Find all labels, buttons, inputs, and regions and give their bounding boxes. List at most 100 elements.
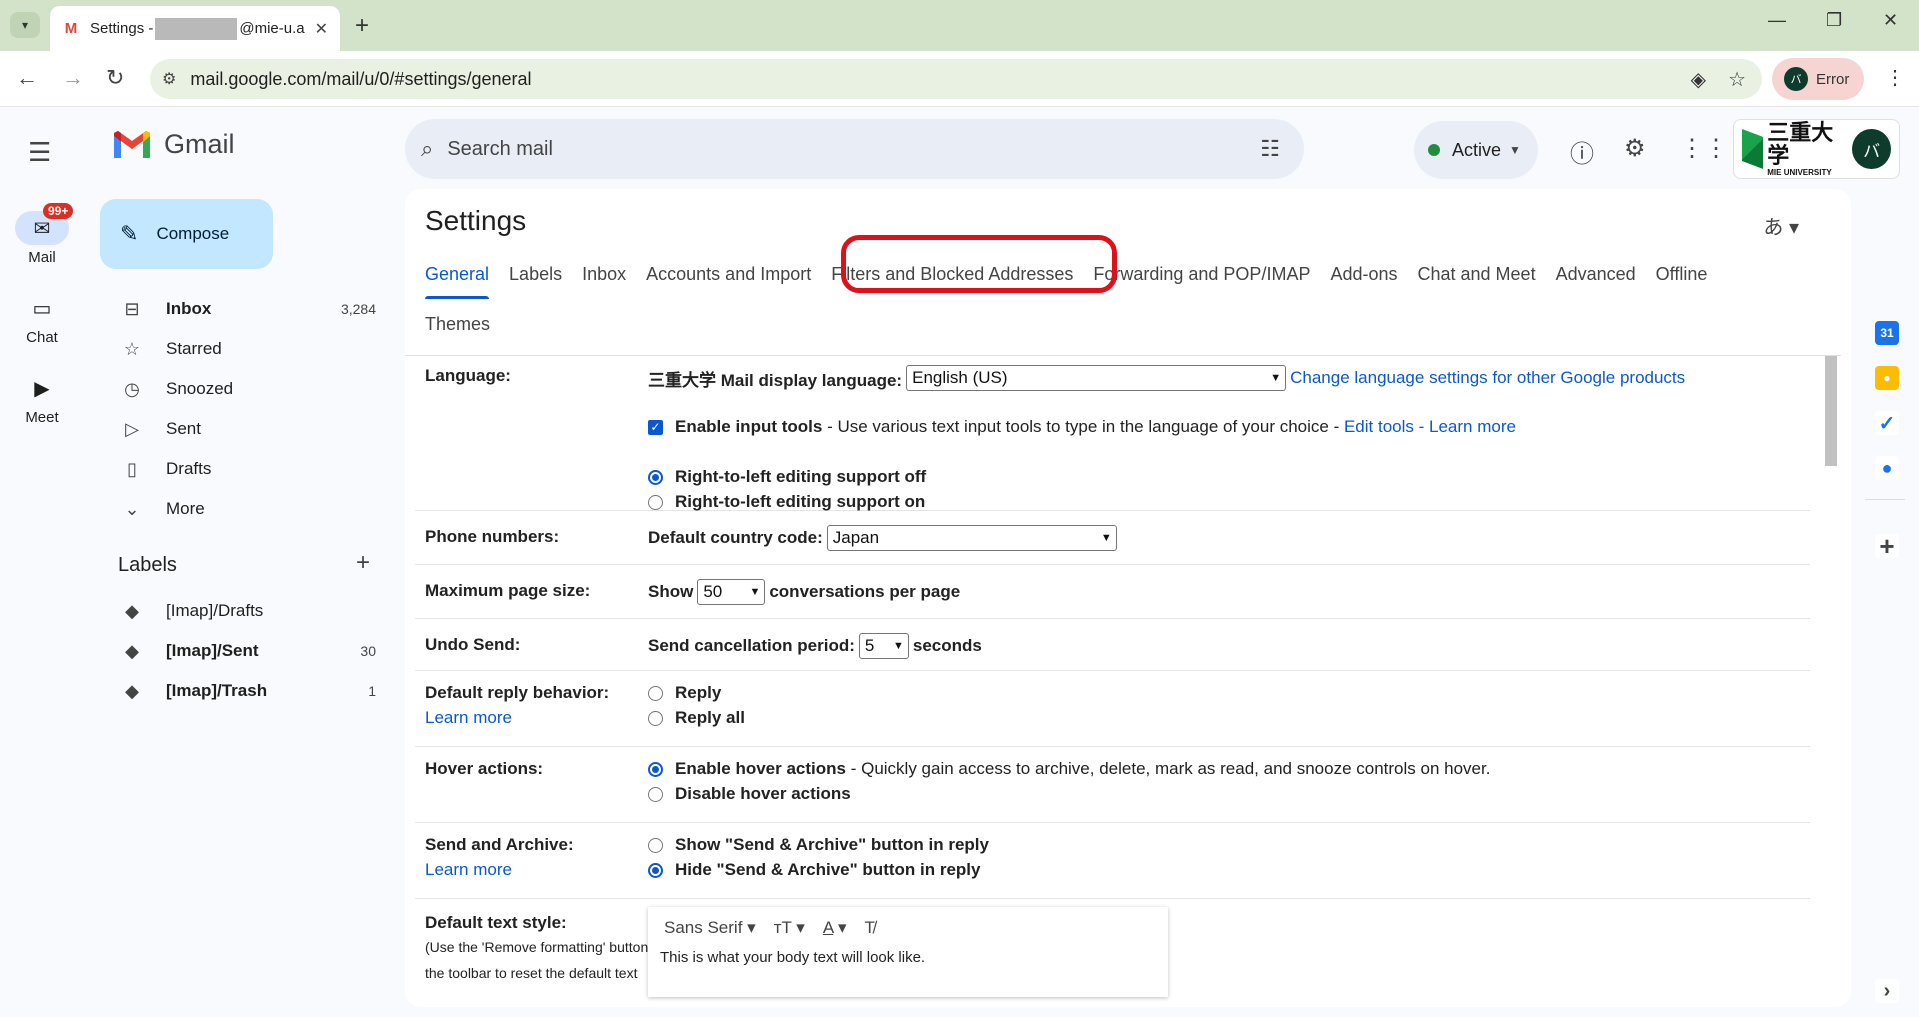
label-item[interactable]: ◆ [Imap]/Sent 30 — [100, 631, 390, 671]
gmail-logo[interactable]: Gmail — [112, 129, 235, 160]
enable-hover-radio[interactable] — [648, 761, 663, 777]
chevron-right-icon[interactable]: › — [1875, 979, 1899, 1003]
rtl-off-radio[interactable] — [648, 469, 663, 485]
close-tab-icon[interactable]: ✕ — [315, 19, 328, 39]
reply-radio[interactable] — [648, 685, 663, 701]
minimize-icon[interactable]: — — [1768, 10, 1786, 31]
search-input[interactable]: Search mail — [447, 138, 553, 161]
settings-gear-icon[interactable]: ⚙ — [1624, 134, 1646, 163]
apps-grid-icon[interactable]: ⋮⋮ — [1680, 134, 1728, 163]
tab-labels[interactable]: Labels — [499, 249, 572, 299]
rail-meet[interactable]: ▶ Meet — [0, 371, 84, 427]
browser-menu-icon[interactable]: ⋮ — [1885, 65, 1905, 90]
scrollbar-thumb[interactable] — [1825, 356, 1837, 466]
chevron-down-icon: ⌄ — [124, 498, 140, 519]
tab-addons[interactable]: Add-ons — [1320, 249, 1407, 299]
rail-mail[interactable]: ✉ 99+ Mail — [0, 203, 84, 266]
tab-forwarding[interactable]: Forwarding and POP/IMAP — [1083, 249, 1320, 299]
window-close-icon[interactable]: ✕ — [1883, 10, 1898, 31]
address-bar[interactable]: ⚙ mail.google.com/mail/u/0/#settings/gen… — [150, 59, 1762, 99]
nav-inbox[interactable]: ⊟ Inbox 3,284 — [100, 289, 390, 329]
compose-button[interactable]: ✎ Compose — [100, 199, 273, 269]
search-bar[interactable]: ⌕ Search mail ☷ — [405, 119, 1304, 179]
learn-more-link[interactable]: Learn more — [1429, 417, 1516, 437]
scrollbar[interactable] — [1825, 356, 1837, 1007]
tab-offline[interactable]: Offline — [1646, 249, 1718, 299]
nav-starred[interactable]: ☆ Starred — [100, 329, 390, 369]
page-size-select[interactable]: 50 ▼ — [697, 579, 766, 605]
browser-toolbar: ← → ↻ ⚙ mail.google.com/mail/u/0/#settin… — [0, 51, 1919, 107]
profile-avatar: バ — [1784, 67, 1808, 91]
disable-hover-radio[interactable] — [648, 786, 663, 802]
display-language-select[interactable]: English (US) ▼ — [906, 365, 1287, 391]
country-code-select[interactable]: Japan ▼ — [826, 525, 1117, 551]
add-label-icon[interactable]: + — [356, 549, 370, 577]
back-icon[interactable]: ← — [16, 65, 38, 91]
redacted-text — [155, 17, 238, 40]
font-size-icon[interactable]: ᴛT ▾ — [774, 918, 805, 938]
search-options-icon[interactable]: ☷ — [1260, 136, 1280, 162]
tab-advanced[interactable]: Advanced — [1546, 249, 1646, 299]
learn-more-link[interactable]: Learn more — [425, 860, 512, 880]
account-switcher[interactable]: 三重大学 MIE UNIVERSITY バ — [1733, 119, 1900, 179]
main-menu-icon[interactable]: ☰ — [28, 137, 51, 168]
chevron-down-icon: ▼ — [749, 586, 761, 598]
nav-snoozed[interactable]: ◷ Snoozed — [100, 369, 390, 409]
cancellation-period-select[interactable]: 5 ▼ — [858, 633, 909, 659]
text-style-editor: Sans Serif ▾ ᴛT ▾ A ▾ T̸ This is what yo… — [648, 907, 1168, 997]
enable-hover-desc: - Quickly gain access to archive, delete… — [846, 759, 1491, 778]
tab-inbox[interactable]: Inbox — [572, 249, 636, 299]
chevron-down-icon: ▼ — [892, 640, 904, 652]
contacts-icon[interactable]: ● — [1875, 456, 1899, 480]
tab-themes[interactable]: Themes — [415, 299, 500, 349]
enable-hover-label: Enable hover actions — [675, 759, 846, 778]
new-tab-icon[interactable]: + — [355, 12, 369, 40]
input-tools-checkbox[interactable]: ✓ — [648, 419, 663, 435]
remove-formatting-icon[interactable]: T̸ — [865, 918, 875, 938]
tab-accounts[interactable]: Accounts and Import — [636, 249, 821, 299]
text-color-icon[interactable]: A ▾ — [823, 918, 847, 938]
inbox-icon: ⊟ — [124, 298, 140, 319]
input-tools-button[interactable]: あ ▾ — [1763, 211, 1799, 240]
text-style-desc-1: (Use the 'Remove formatting' button on — [425, 939, 668, 955]
setting-label: Undo Send: — [425, 635, 521, 654]
browser-tab[interactable]: M Settings - @mie-u.a ✕ — [50, 6, 340, 51]
star-icon: ☆ — [123, 338, 141, 359]
account-avatar[interactable]: バ — [1852, 129, 1891, 169]
help-icon[interactable]: ⓘ — [1570, 134, 1594, 169]
nav-drafts[interactable]: ▯ Drafts — [100, 449, 390, 489]
calendar-icon[interactable]: 31 — [1875, 321, 1899, 345]
rail-chat[interactable]: ▭ Chat — [0, 291, 84, 347]
forward-icon[interactable]: → — [62, 65, 84, 91]
tab-general[interactable]: General — [415, 249, 499, 299]
change-language-link[interactable]: Change language settings for other Googl… — [1290, 368, 1685, 388]
edit-tools-link[interactable]: Edit tools — [1344, 417, 1414, 437]
bookmark-star-icon[interactable]: ☆ — [1728, 67, 1746, 92]
input-tools-desc: - Use various text input tools to type i… — [822, 417, 1344, 436]
labels-heading: Labels — [118, 554, 177, 576]
profile-button[interactable]: バ Error — [1772, 58, 1864, 100]
hide-send-archive-radio[interactable] — [648, 862, 663, 878]
tab-search-button[interactable]: ▾ — [10, 12, 40, 38]
site-info-icon[interactable]: ⚙ — [162, 69, 176, 89]
search-icon[interactable]: ⌕ — [421, 136, 433, 162]
extension-icon[interactable]: ◈ — [1691, 67, 1706, 92]
restore-icon[interactable]: ❐ — [1826, 10, 1842, 31]
font-family-select[interactable]: Sans Serif ▾ — [664, 918, 756, 938]
meet-icon: ▶ — [34, 377, 50, 400]
nav-sent[interactable]: ▷ Sent — [100, 409, 390, 449]
show-send-archive-radio[interactable] — [648, 837, 663, 853]
status-selector[interactable]: Active ▼ — [1414, 121, 1538, 179]
learn-more-link[interactable]: Learn more — [425, 708, 512, 728]
rtl-on-radio[interactable] — [648, 494, 663, 510]
tab-chat-meet[interactable]: Chat and Meet — [1408, 249, 1546, 299]
reload-icon[interactable]: ↻ — [106, 65, 124, 91]
nav-more[interactable]: ⌄ More — [100, 489, 390, 529]
reply-all-radio[interactable] — [648, 710, 663, 726]
keep-icon[interactable]: ● — [1875, 366, 1899, 390]
get-addons-icon[interactable]: + — [1875, 531, 1899, 561]
label-item[interactable]: ◆ [Imap]/Trash 1 — [100, 671, 390, 711]
label-item[interactable]: ◆ [Imap]/Drafts — [100, 591, 390, 631]
tasks-icon[interactable]: ✓ — [1875, 411, 1899, 435]
setting-hover-actions: Hover actions: Enable hover actions - Qu… — [415, 747, 1810, 823]
